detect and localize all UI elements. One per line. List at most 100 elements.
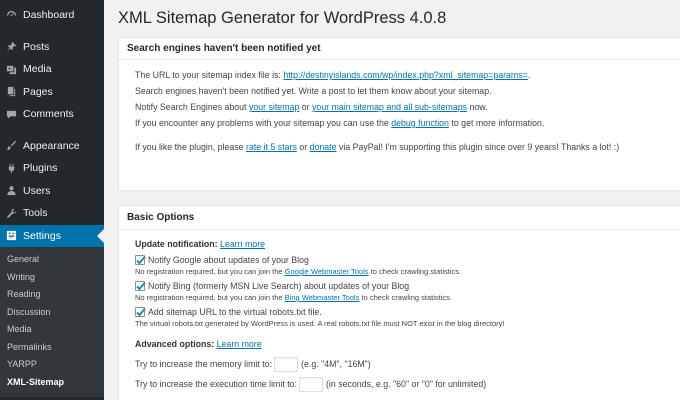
robots-checkbox[interactable] bbox=[135, 306, 146, 317]
robots-option: Add sitemap URL to the virtual robots.tx… bbox=[135, 305, 680, 318]
google-description: No registration required, but you can jo… bbox=[135, 267, 680, 277]
text: to check crawling statistics. bbox=[368, 267, 462, 276]
memory-limit-row: Try to increase the memory limit to: (e.… bbox=[135, 355, 680, 373]
menu-item-posts[interactable]: Posts bbox=[0, 36, 104, 59]
checkmark-icon bbox=[136, 307, 146, 316]
panel-title: Search engines haven't been notified yet bbox=[119, 38, 680, 60]
text: The URL to your sitemap index file is: bbox=[135, 70, 284, 80]
wrench-icon bbox=[5, 207, 17, 219]
settings-submenu: General Writing Reading Discussion Media… bbox=[0, 247, 104, 397]
text: now. bbox=[467, 102, 488, 112]
admin-sidebar: Dashboard Posts Media Pages Comments App… bbox=[0, 0, 104, 400]
text: No registration required, but you can jo… bbox=[135, 267, 285, 276]
debug-line: If you encounter any problems with your … bbox=[135, 115, 680, 131]
comments-icon bbox=[5, 108, 17, 120]
menu-label: Media bbox=[23, 63, 52, 76]
robots-label: Add sitemap URL to the virtual robots.tx… bbox=[148, 306, 322, 317]
memory-limit-input[interactable] bbox=[274, 356, 299, 372]
update-learn-more-link[interactable]: Learn more bbox=[220, 239, 265, 249]
execution-time-hint: (in seconds, e.g. "60" or "0" for unlimi… bbox=[326, 379, 487, 389]
google-checkbox[interactable] bbox=[135, 254, 146, 265]
menu-label: Comments bbox=[23, 108, 74, 121]
brush-icon bbox=[5, 140, 17, 152]
submenu-writing[interactable]: Writing bbox=[0, 269, 104, 287]
donate-line: If you like the plugin, please rate it 5… bbox=[135, 139, 680, 155]
notify-sitemap-link[interactable]: your sitemap bbox=[249, 102, 299, 112]
text: . bbox=[527, 70, 531, 80]
notification-panel: Search engines haven't been notified yet… bbox=[118, 37, 680, 191]
menu-item-pages[interactable]: Pages bbox=[0, 81, 104, 104]
google-webmaster-link[interactable]: Google Webmaster Tools bbox=[285, 267, 369, 276]
donate-link[interactable]: donate bbox=[310, 142, 337, 152]
notify-line: Notify Search Engines about your sitemap… bbox=[135, 99, 680, 115]
checkmark-icon bbox=[136, 255, 146, 264]
not-notified-line: Search engines haven't been notified yet… bbox=[135, 86, 492, 96]
text: If you encounter any problems with your … bbox=[135, 118, 392, 128]
text: via PayPal! I'm supporting this plugin s… bbox=[336, 142, 620, 152]
robots-description: The virtual robots.txt generated by Word… bbox=[135, 319, 505, 328]
memory-limit-hint: (e.g. "4M", "16M") bbox=[301, 359, 371, 369]
text: If you like the plugin, please bbox=[135, 142, 247, 152]
submenu-discussion[interactable]: Discussion bbox=[0, 304, 104, 322]
menu-item-settings[interactable]: Settings bbox=[0, 224, 104, 247]
notify-all-sitemaps-link[interactable]: your main sitemap and all sub-sitemaps bbox=[312, 102, 467, 112]
menu-label: Pages bbox=[23, 85, 53, 98]
bing-webmaster-link[interactable]: Bing Webmaster Tools bbox=[285, 293, 360, 302]
bing-option: Notify Bing (formerly MSN Live Search) a… bbox=[135, 279, 680, 292]
sitemap-url-link[interactable]: http://destinyislands.com/wp/index.php?x… bbox=[283, 70, 527, 80]
main-content: XML Sitemap Generator for WordPress 4.0.… bbox=[104, 0, 680, 400]
rate-link[interactable]: rate it 5 stars bbox=[246, 142, 297, 152]
update-notification-label: Update notification: bbox=[135, 239, 218, 249]
execution-time-row: Try to increase the execution time limit… bbox=[135, 375, 680, 393]
panel-body: Update notification: Learn more Notify G… bbox=[119, 230, 680, 393]
bing-description: No registration required, but you can jo… bbox=[135, 293, 680, 303]
text: Notify Search Engines about bbox=[135, 102, 249, 112]
google-label: Notify Google about updates of your Blog bbox=[148, 254, 309, 265]
settings-icon bbox=[5, 230, 17, 242]
panel-title: Basic Options bbox=[119, 206, 680, 230]
media-icon bbox=[5, 63, 17, 75]
execution-time-input[interactable] bbox=[299, 376, 323, 392]
checkmark-icon bbox=[136, 281, 146, 290]
sitemap-url-line: The URL to your sitemap index file is: h… bbox=[135, 67, 680, 83]
plugin-icon bbox=[5, 162, 17, 174]
submenu-yarpp[interactable]: YARPP bbox=[0, 356, 104, 374]
pages-icon bbox=[5, 86, 17, 98]
menu-item-users[interactable]: Users bbox=[0, 180, 104, 203]
basic-options-panel: Basic Options Update notification: Learn… bbox=[118, 205, 680, 400]
menu-label: Tools bbox=[23, 207, 48, 220]
menu-label: Plugins bbox=[23, 162, 58, 175]
submenu-reading[interactable]: Reading bbox=[0, 286, 104, 304]
text: to check crawling statistics. bbox=[359, 293, 452, 302]
menu-item-plugins[interactable]: Plugins bbox=[0, 157, 104, 180]
menu-item-comments[interactable]: Comments bbox=[0, 103, 104, 126]
google-option: Notify Google about updates of your Blog bbox=[135, 253, 680, 266]
menu-label: Dashboard bbox=[23, 9, 75, 22]
menu-label: Appearance bbox=[23, 139, 80, 152]
submenu-media[interactable]: Media bbox=[0, 321, 104, 339]
submenu-permalinks[interactable]: Permalinks bbox=[0, 339, 104, 357]
submenu-xml-sitemap[interactable]: XML-Sitemap bbox=[0, 374, 104, 392]
menu-label: Posts bbox=[23, 40, 50, 53]
menu-item-dashboard[interactable]: Dashboard bbox=[0, 4, 104, 27]
menu-item-tools[interactable]: Tools bbox=[0, 202, 104, 225]
advanced-options-row: Advanced options: Learn more bbox=[135, 337, 680, 351]
page-title: XML Sitemap Generator for WordPress 4.0.… bbox=[118, 9, 447, 27]
text: to get more information. bbox=[448, 118, 545, 128]
menu-item-appearance[interactable]: Appearance bbox=[0, 135, 104, 158]
execution-time-label: Try to increase the execution time limit… bbox=[135, 379, 297, 389]
advanced-learn-more-link[interactable]: Learn more bbox=[217, 339, 262, 349]
panel-body: The URL to your sitemap index file is: h… bbox=[119, 60, 680, 155]
text: or bbox=[299, 102, 313, 112]
advanced-options-label: Advanced options: bbox=[135, 339, 215, 349]
text: or bbox=[296, 142, 310, 152]
menu-item-media[interactable]: Media bbox=[0, 58, 104, 81]
debug-function-link[interactable]: debug function bbox=[391, 118, 449, 128]
menu-label: Users bbox=[23, 184, 51, 197]
bing-checkbox[interactable] bbox=[135, 280, 146, 291]
bing-label: Notify Bing (formerly MSN Live Search) a… bbox=[148, 280, 410, 291]
menu-label: Settings bbox=[23, 229, 61, 242]
submenu-general[interactable]: General bbox=[0, 251, 104, 269]
dashboard-icon bbox=[5, 9, 17, 21]
text: No registration required, but you can jo… bbox=[135, 293, 285, 302]
